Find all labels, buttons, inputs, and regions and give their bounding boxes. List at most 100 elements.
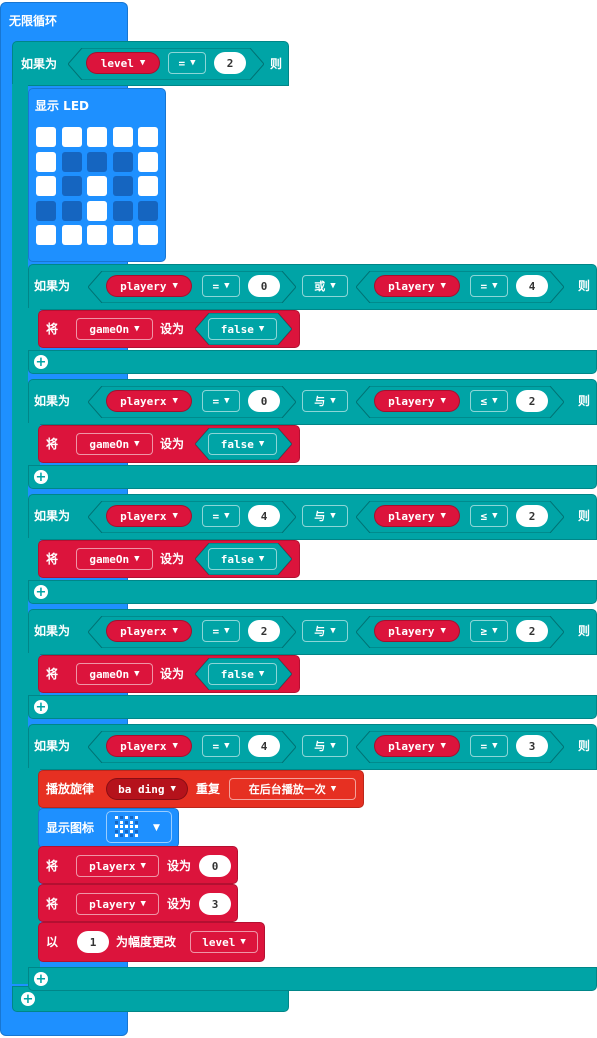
melody-dropdown[interactable]: ba ding ▼ <box>106 778 188 800</box>
left-variable-dropdown[interactable]: playerx ▼ <box>106 735 192 757</box>
led-cell[interactable] <box>112 200 133 221</box>
outer-if-add-icon[interactable]: + <box>21 992 35 1006</box>
set-playerx-variable-dropdown[interactable]: playerx ▼ <box>76 855 159 877</box>
right-operator-dropdown-text: = <box>480 279 488 293</box>
right-operator-dropdown-text: ≤ <box>480 509 488 523</box>
outer-if-variable-dropdown[interactable]: level ▼ <box>86 52 160 74</box>
left-variable-dropdown[interactable]: playerx ▼ <box>106 505 192 527</box>
left-operator-dropdown-text: = <box>212 624 220 638</box>
led-cell[interactable] <box>138 127 158 147</box>
chevron-down-icon: ▼ <box>492 396 498 406</box>
left-variable-dropdown-text: playerx <box>120 739 167 753</box>
left-variable-dropdown[interactable]: playery ▼ <box>106 275 192 297</box>
set-variable-dropdown[interactable]: gameOn ▼ <box>76 433 153 455</box>
logic-operator-dropdown[interactable]: 或 ▼ <box>302 275 348 297</box>
outer-if-operator-dropdown[interactable]: = ▼ <box>168 52 206 74</box>
led-cell[interactable] <box>112 225 133 245</box>
chevron-down-icon: ▼ <box>224 396 230 406</box>
chevron-down-icon: ▼ <box>258 324 265 334</box>
led-cell[interactable] <box>36 127 56 147</box>
set-value-dropdown[interactable]: false ▼ <box>208 318 277 340</box>
set-playery-value-input[interactable]: 3 <box>199 893 231 915</box>
led-cell[interactable] <box>87 151 107 172</box>
led-cell[interactable] <box>36 151 56 172</box>
set-value-dropdown[interactable]: false ▼ <box>208 433 277 455</box>
set-label: 将 <box>46 437 59 451</box>
led-cell[interactable] <box>61 200 82 221</box>
logic-operator-dropdown[interactable]: 与 ▼ <box>302 735 348 757</box>
melody-mode-dropdown[interactable]: 在后台播放一次 ▼ <box>229 778 356 800</box>
add-icon[interactable]: + <box>34 700 48 714</box>
led-cell[interactable] <box>61 176 82 196</box>
chevron-down-icon: ▼ <box>153 823 160 833</box>
led-cell[interactable] <box>87 176 107 196</box>
left-variable-dropdown[interactable]: playerx ▼ <box>106 620 192 642</box>
right-variable-dropdown[interactable]: playery ▼ <box>374 275 460 297</box>
right-operator-dropdown[interactable]: ≥ ▼ <box>470 620 508 642</box>
chevron-down-icon: ▼ <box>440 511 446 521</box>
add-icon[interactable]: + <box>34 470 48 484</box>
left-value-input[interactable]: 0 <box>248 390 280 412</box>
right-value-input[interactable]: 4 <box>516 275 548 297</box>
set-value-dropdown-text: false <box>220 437 254 451</box>
led-cell[interactable] <box>112 176 133 196</box>
led-cell[interactable] <box>36 200 56 221</box>
right-operator-dropdown[interactable]: ≤ ▼ <box>470 390 508 412</box>
left-value-input[interactable]: 0 <box>248 275 280 297</box>
right-variable-dropdown[interactable]: playery ▼ <box>374 735 460 757</box>
left-value-input[interactable]: 4 <box>248 735 280 757</box>
led-cell[interactable] <box>36 176 56 196</box>
right-operator-dropdown[interactable]: = ▼ <box>470 735 508 757</box>
right-variable-dropdown[interactable]: playery ▼ <box>374 390 460 412</box>
add-icon[interactable]: + <box>34 972 48 986</box>
add-icon[interactable]: + <box>34 355 48 369</box>
left-operator-dropdown[interactable]: = ▼ <box>202 505 240 527</box>
set-value-dropdown[interactable]: false ▼ <box>208 663 277 685</box>
left-operator-dropdown[interactable]: = ▼ <box>202 620 240 642</box>
logic-operator-dropdown[interactable]: 与 ▼ <box>302 505 348 527</box>
led-cell[interactable] <box>87 225 107 245</box>
left-value-input[interactable]: 4 <box>248 505 280 527</box>
change-amount-input[interactable]: 1 <box>77 931 109 953</box>
right-variable-dropdown[interactable]: playery ▼ <box>374 505 460 527</box>
led-cell[interactable] <box>61 151 82 172</box>
led-cell[interactable] <box>87 127 107 147</box>
set-playery-variable-dropdown[interactable]: playery ▼ <box>76 893 159 915</box>
chevron-down-icon: ▼ <box>330 626 336 636</box>
chevron-down-icon: ▼ <box>330 281 336 291</box>
led-cell[interactable] <box>61 225 82 245</box>
led-cell[interactable] <box>112 151 133 172</box>
right-variable-dropdown[interactable]: playery ▼ <box>374 620 460 642</box>
led-cell[interactable] <box>36 225 56 245</box>
set-label: 将 <box>46 667 59 681</box>
set-variable-dropdown[interactable]: gameOn ▼ <box>76 318 153 340</box>
left-operator-dropdown[interactable]: = ▼ <box>202 390 240 412</box>
right-value-input[interactable]: 2 <box>516 390 548 412</box>
left-variable-dropdown[interactable]: playerx ▼ <box>106 390 192 412</box>
logic-operator-dropdown[interactable]: 与 ▼ <box>302 390 348 412</box>
right-operator-dropdown[interactable]: ≤ ▼ <box>470 505 508 527</box>
led-cell[interactable] <box>138 200 158 221</box>
right-value-input[interactable]: 2 <box>516 620 548 642</box>
right-value-input[interactable]: 2 <box>516 505 548 527</box>
led-cell[interactable] <box>138 225 158 245</box>
right-value-input[interactable]: 3 <box>516 735 548 757</box>
led-cell[interactable] <box>61 127 82 147</box>
left-operator-dropdown[interactable]: = ▼ <box>202 735 240 757</box>
right-operator-dropdown[interactable]: = ▼ <box>470 275 508 297</box>
outer-if-value-input[interactable]: 2 <box>214 52 246 74</box>
set-value-dropdown[interactable]: false ▼ <box>208 548 277 570</box>
left-value-input[interactable]: 2 <box>248 620 280 642</box>
led-cell[interactable] <box>87 200 107 221</box>
logic-operator-dropdown[interactable]: 与 ▼ <box>302 620 348 642</box>
set-variable-dropdown[interactable]: gameOn ▼ <box>76 663 153 685</box>
set-variable-dropdown[interactable]: gameOn ▼ <box>76 548 153 570</box>
led-cell[interactable] <box>112 127 133 147</box>
change-variable-dropdown[interactable]: level ▼ <box>190 931 258 953</box>
led-cell[interactable] <box>138 176 158 196</box>
led-cell[interactable] <box>138 151 158 172</box>
add-icon[interactable]: + <box>34 585 48 599</box>
set-playerx-value-input[interactable]: 0 <box>199 855 231 877</box>
icon-dropdown[interactable]: ▼ <box>106 811 172 843</box>
left-operator-dropdown[interactable]: = ▼ <box>202 275 240 297</box>
